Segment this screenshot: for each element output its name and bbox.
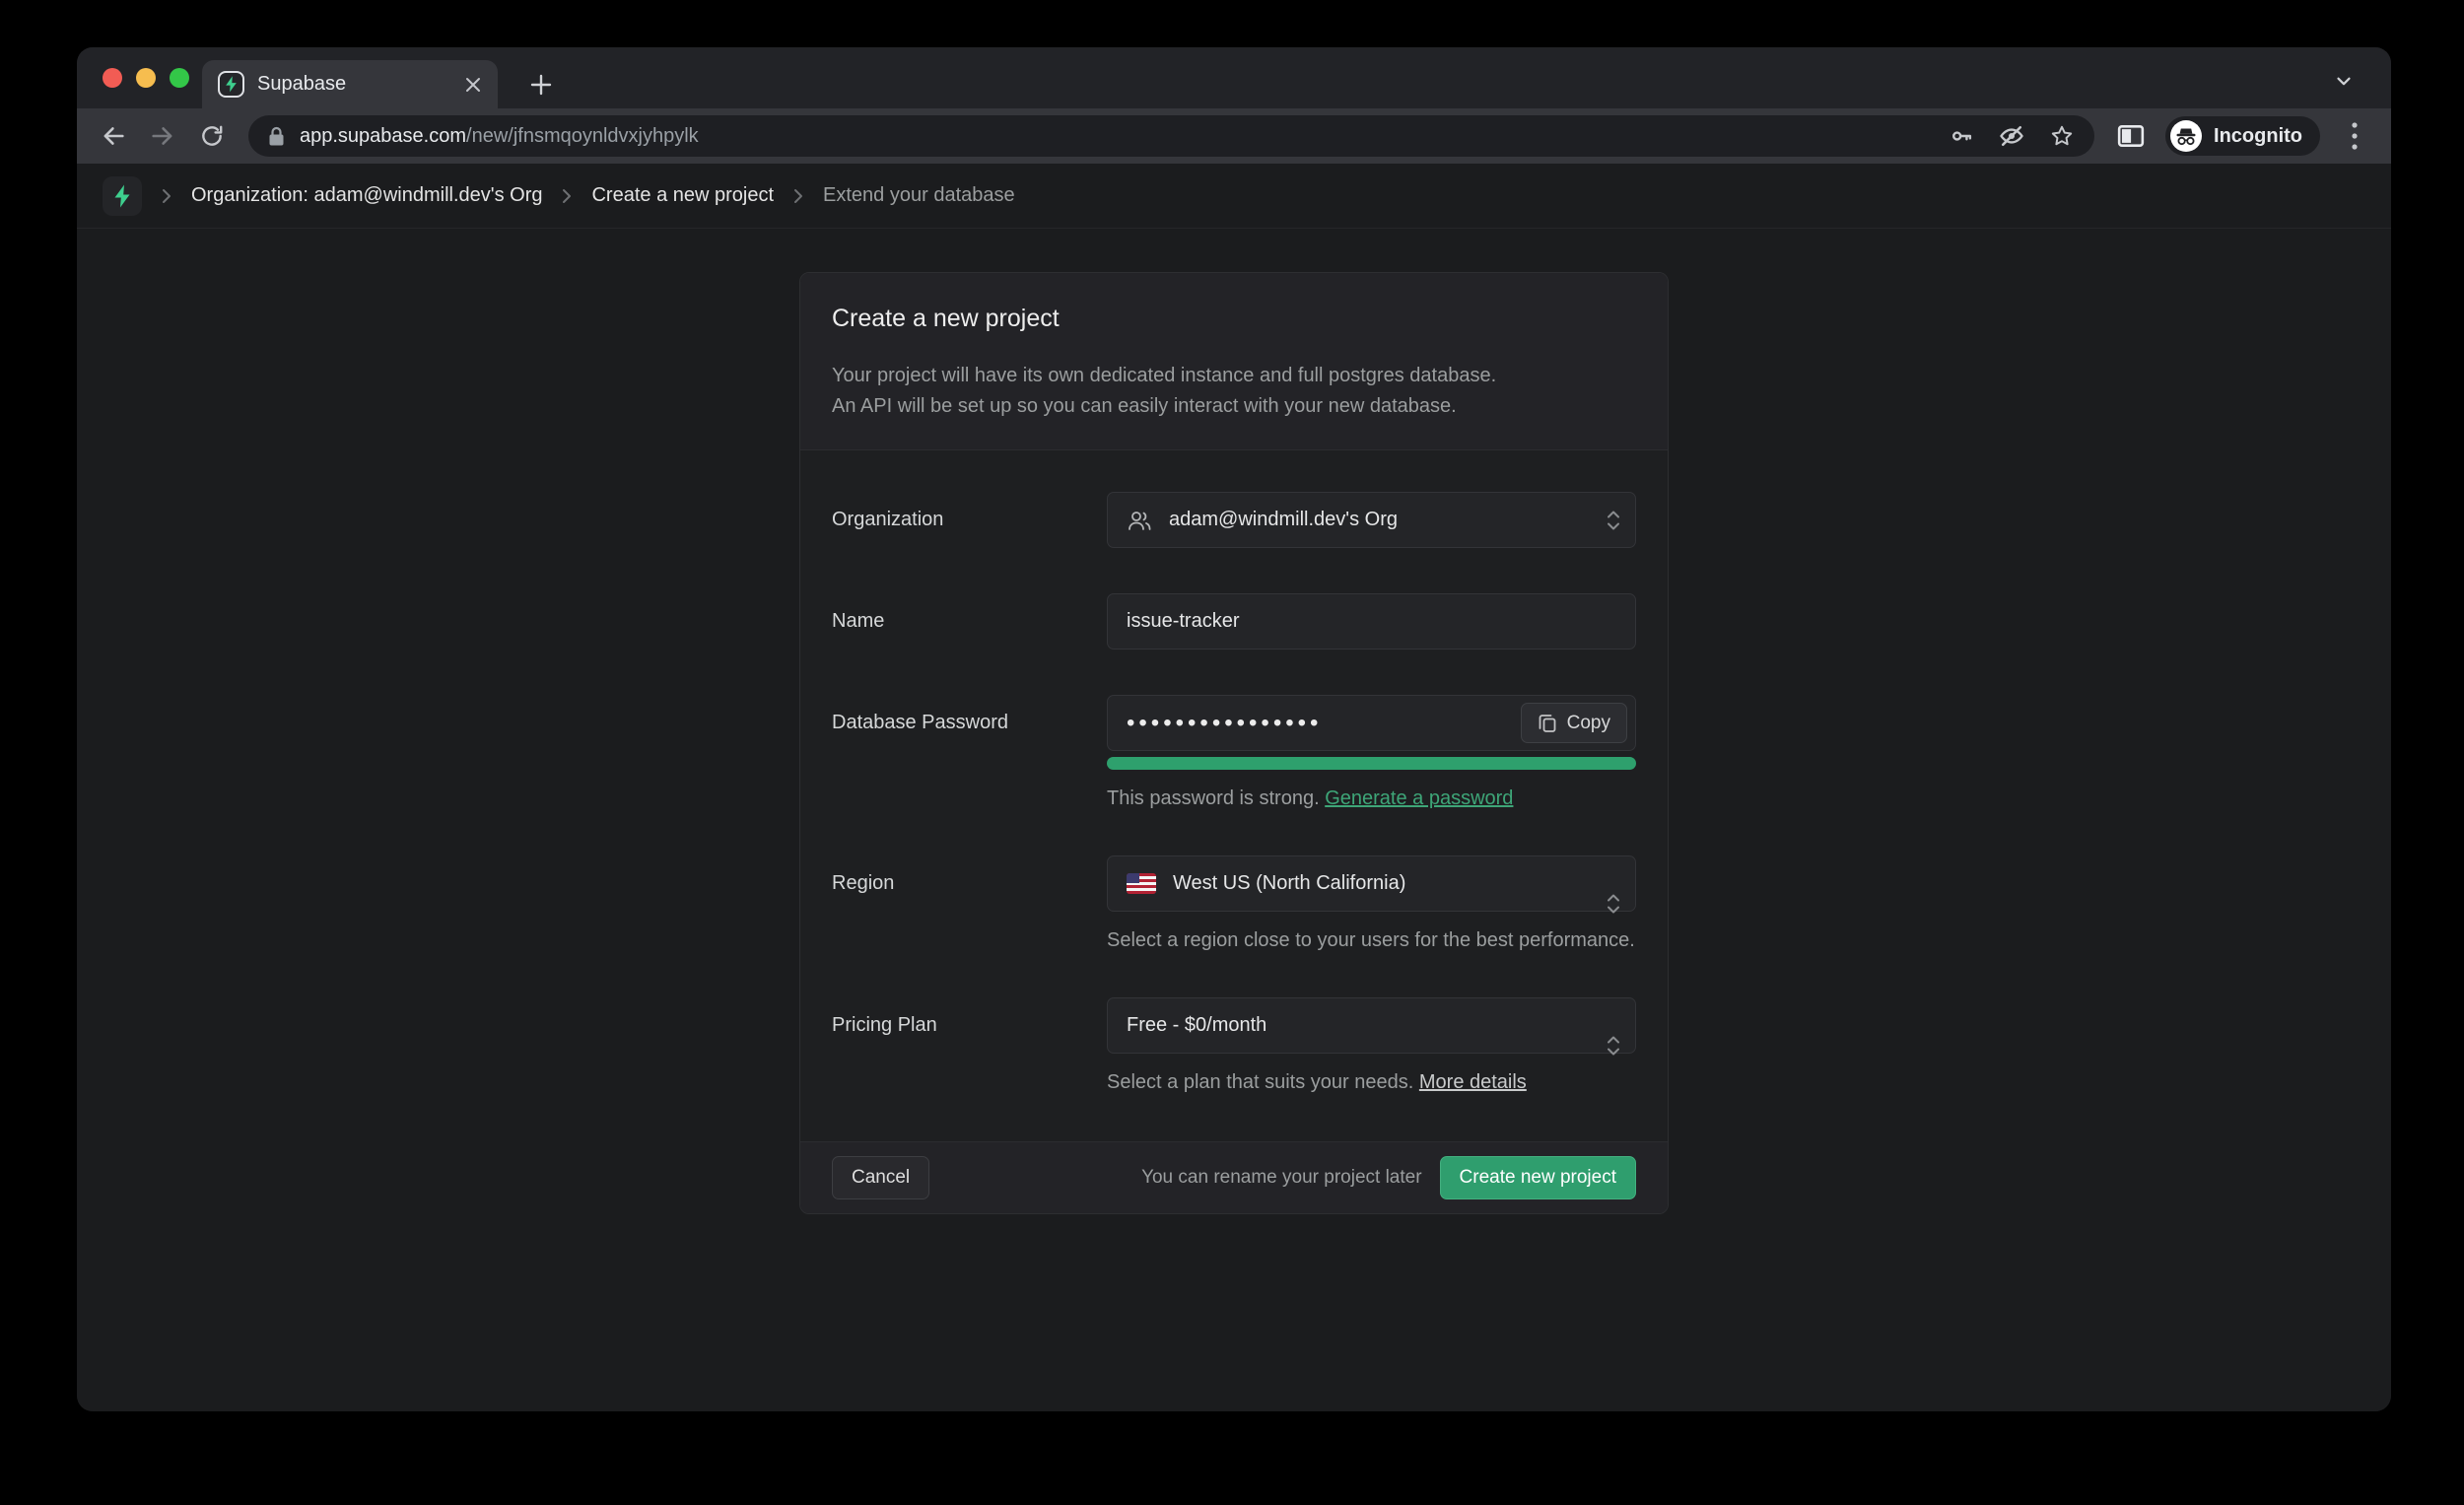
chevron-updown-icon [1606, 891, 1621, 917]
breadcrumb-item-extend-database[interactable]: Extend your database [823, 184, 1015, 207]
pricing-helper-text: Select a plan that suits your needs. [1107, 1071, 1413, 1093]
forward-button[interactable] [142, 115, 183, 157]
address-bar[interactable]: app.supabase.com/new/jfnsmqoynldvxjyhpyl… [248, 115, 2094, 157]
password-key-icon[interactable] [1949, 123, 1974, 149]
cancel-button[interactable]: Cancel [832, 1156, 929, 1199]
copy-password-button[interactable]: Copy [1521, 703, 1627, 743]
rename-note: You can rename your project later [1141, 1167, 1421, 1189]
breadcrumb-item-organization[interactable]: Organization: adam@windmill.dev's Org [191, 184, 542, 207]
organization-label: Organization [832, 492, 1107, 548]
zoom-window-button[interactable] [170, 68, 189, 88]
pricing-label: Pricing Plan [832, 997, 1107, 1094]
browser-toolbar: app.supabase.com/new/jfnsmqoynldvxjyhpyl… [77, 108, 2391, 164]
card-description-line1: Your project will have its own dedicated… [832, 361, 1636, 391]
project-name-input[interactable]: issue-tracker [1107, 593, 1636, 650]
create-new-project-button[interactable]: Create new project [1440, 1156, 1636, 1199]
chevron-updown-icon [1606, 1033, 1621, 1059]
password-masked-value: •••••••••••••••• [1127, 712, 1322, 735]
incognito-label: Incognito [2214, 125, 2302, 148]
region-row: Region West US (North California) Select… [832, 855, 1636, 952]
card-body: Organization adam@windmill.dev's Org [800, 449, 1668, 1142]
password-helper: This password is strong. Generate a pass… [1107, 787, 1636, 810]
breadcrumb-separator-icon [560, 187, 574, 205]
browser-window: Supabase app.supabase.com/new/jfnsmqoynl… [77, 47, 2391, 1411]
bookmark-star-icon[interactable] [2049, 123, 2075, 149]
name-label: Name [832, 593, 1107, 650]
tab-title: Supabase [257, 73, 451, 96]
browser-menu-icon[interactable] [2334, 115, 2375, 157]
card-header: Create a new project Your project will h… [800, 273, 1668, 449]
more-details-link[interactable]: More details [1419, 1071, 1527, 1093]
card-description: Your project will have its own dedicated… [832, 361, 1636, 422]
breadcrumb: Organization: adam@windmill.dev's Org Cr… [77, 164, 2391, 229]
card-description-line2: An API will be set up so you can easily … [832, 391, 1636, 422]
reload-button[interactable] [191, 115, 233, 157]
breadcrumb-separator-icon [791, 187, 805, 205]
create-project-card: Create a new project Your project will h… [799, 272, 1669, 1214]
organization-value: adam@windmill.dev's Org [1169, 509, 1398, 531]
password-strength-text: This password is strong. [1107, 787, 1320, 809]
tab-strip: Supabase [77, 47, 2391, 108]
pricing-helper: Select a plan that suits your needs. Mor… [1107, 1071, 1636, 1094]
generate-password-link[interactable]: Generate a password [1325, 787, 1513, 809]
incognito-badge[interactable]: Incognito [2165, 116, 2320, 156]
url-path: /new/jfnsmqoynldvxjyhpylk [466, 125, 699, 147]
pricing-row: Pricing Plan Free - $0/month Select a pl… [832, 997, 1636, 1094]
organization-row: Organization adam@windmill.dev's Org [832, 492, 1636, 548]
name-row: Name issue-tracker [832, 593, 1636, 650]
close-window-button[interactable] [103, 68, 122, 88]
page-content: Create a new project Your project will h… [77, 229, 2391, 1411]
organization-select[interactable]: adam@windmill.dev's Org [1107, 492, 1636, 548]
tab-supabase[interactable]: Supabase [202, 60, 498, 108]
copy-icon [1538, 713, 1557, 734]
users-icon [1127, 509, 1152, 532]
url-text[interactable]: app.supabase.com/new/jfnsmqoynldvxjyhpyl… [300, 125, 1934, 148]
region-label: Region [832, 855, 1107, 952]
address-bar-actions [1949, 122, 2075, 150]
new-tab-button[interactable] [517, 60, 565, 108]
us-flag-icon [1127, 873, 1156, 894]
tab-close-icon[interactable] [464, 76, 482, 94]
region-helper: Select a region close to your users for … [1107, 929, 1636, 952]
pricing-value: Free - $0/month [1127, 1014, 1266, 1037]
card-footer: Cancel You can rename your project later… [800, 1142, 1668, 1213]
password-strength-bar [1107, 757, 1636, 770]
copy-button-label: Copy [1567, 713, 1610, 734]
side-panel-icon[interactable] [2110, 115, 2152, 157]
url-domain: app.supabase.com [300, 125, 466, 147]
breadcrumb-item-create-project[interactable]: Create a new project [591, 184, 774, 207]
supabase-favicon-icon [218, 71, 244, 98]
back-button[interactable] [93, 115, 134, 157]
region-select[interactable]: West US (North California) [1107, 855, 1636, 912]
minimize-window-button[interactable] [136, 68, 156, 88]
tab-search-chevron-icon[interactable] [2326, 63, 2361, 99]
lock-icon[interactable] [268, 126, 285, 147]
incognito-spy-icon [2170, 120, 2202, 152]
password-label: Database Password [832, 695, 1107, 810]
supabase-logo-icon[interactable] [103, 176, 142, 216]
eye-slash-icon[interactable] [1998, 122, 2025, 150]
window-controls [103, 68, 189, 88]
password-row: Database Password •••••••••••••••• Copy [832, 695, 1636, 810]
region-value: West US (North California) [1173, 872, 1405, 895]
project-name-value: issue-tracker [1127, 610, 1239, 633]
breadcrumb-separator-icon [160, 187, 173, 205]
chevron-updown-icon [1606, 508, 1621, 533]
page-title: Create a new project [832, 305, 1636, 333]
pricing-select[interactable]: Free - $0/month [1107, 997, 1636, 1054]
